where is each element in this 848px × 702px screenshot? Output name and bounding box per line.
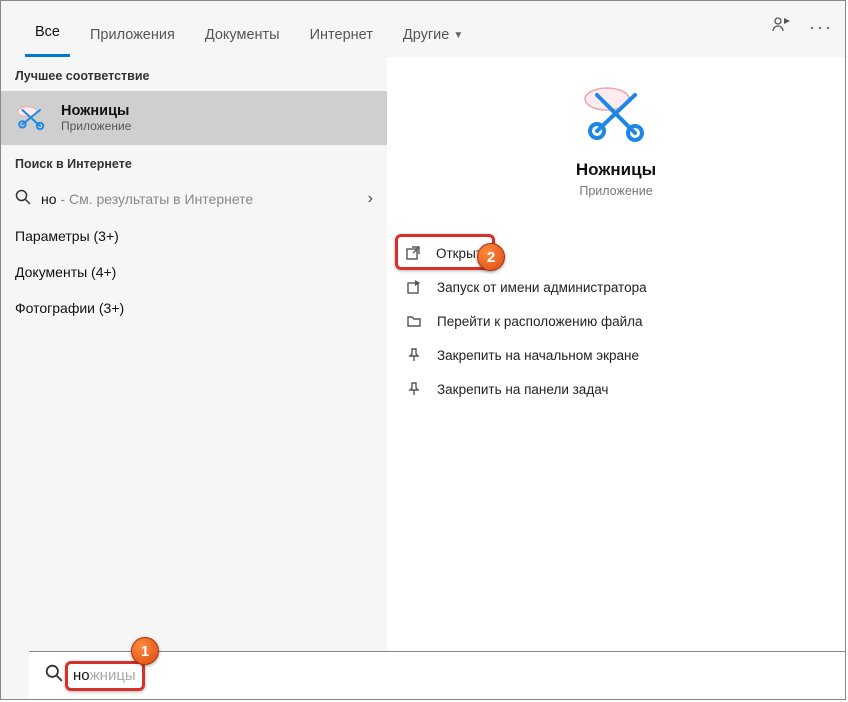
web-search-label: Поиск в Интернете <box>1 145 387 179</box>
annotation-badge-2: 2 <box>477 243 505 271</box>
chevron-right-icon: › <box>368 190 373 208</box>
action-pin-start-label: Закрепить на начальном экране <box>437 348 639 363</box>
folder-icon <box>405 312 423 330</box>
preview-title: Ножницы <box>387 160 845 180</box>
web-result-text: но - См. результаты в Интернете <box>41 191 253 207</box>
best-match-text: Ножницы Приложение <box>61 103 131 133</box>
web-result-prefix: но <box>41 191 57 207</box>
pin-start-icon <box>405 346 423 364</box>
search-input[interactable]: ножницы <box>73 667 136 684</box>
search-ghost: жницы <box>90 667 136 684</box>
results-pane: Лучшее соответствие Ножницы Приложение <box>1 57 387 699</box>
filter-tabs: Все Приложения Документы Интернет Другие… <box>25 1 473 57</box>
scissors-icon-large <box>581 83 651 145</box>
tab-docs[interactable]: Документы <box>195 27 290 57</box>
best-match-title: Ножницы <box>61 103 131 119</box>
group-docs[interactable]: Документы (4+) <box>1 254 387 290</box>
feedback-icon[interactable] <box>771 15 791 40</box>
chevron-down-icon: ▼ <box>453 30 463 41</box>
action-run-admin-label: Запуск от имени администратора <box>437 280 647 295</box>
body: Лучшее соответствие Ножницы Приложение <box>1 57 845 699</box>
action-open-location-label: Перейти к расположению файла <box>437 314 643 329</box>
tab-more[interactable]: Другие ▼ <box>393 27 473 57</box>
search-icon <box>45 664 63 687</box>
annotation-badge-1: 1 <box>131 637 159 665</box>
tab-all[interactable]: Все <box>25 24 70 57</box>
action-pin-start[interactable]: Закрепить на начальном экране <box>397 338 835 372</box>
best-match-subtitle: Приложение <box>61 119 131 133</box>
tab-web[interactable]: Интернет <box>300 27 383 57</box>
action-open-location[interactable]: Перейти к расположению файла <box>397 304 835 338</box>
more-options-icon[interactable]: ··· <box>809 17 833 38</box>
preview-pane: Ножницы Приложение Открыть Запуск от име… <box>387 57 845 699</box>
group-photos[interactable]: Фотографии (3+) <box>1 290 387 326</box>
admin-icon <box>405 278 423 296</box>
pin-taskbar-icon <box>405 380 423 398</box>
action-pin-taskbar-label: Закрепить на панели задач <box>437 382 608 397</box>
action-pin-taskbar[interactable]: Закрепить на панели задач <box>397 372 835 406</box>
group-params[interactable]: Параметры (3+) <box>1 218 387 254</box>
search-icon <box>15 189 31 208</box>
preview-subtitle: Приложение <box>387 184 845 198</box>
header-right: ··· <box>771 15 833 40</box>
best-match-item[interactable]: Ножницы Приложение <box>1 91 387 145</box>
action-run-admin[interactable]: Запуск от имени администратора <box>397 270 835 304</box>
scissors-icon <box>15 101 49 135</box>
web-result-suffix: - См. результаты в Интернете <box>57 191 254 207</box>
preview-actions: Открыть Запуск от имени администратора П… <box>387 236 845 406</box>
search-window: Все Приложения Документы Интернет Другие… <box>0 0 846 700</box>
web-result-item[interactable]: но - См. результаты в Интернете › <box>1 179 387 218</box>
header: Все Приложения Документы Интернет Другие… <box>1 1 845 57</box>
search-typed: но <box>73 667 90 684</box>
best-match-label: Лучшее соответствие <box>1 57 387 91</box>
open-icon <box>405 244 422 262</box>
preview-header: Ножницы Приложение <box>387 57 845 198</box>
tab-apps[interactable]: Приложения <box>80 27 185 57</box>
tab-more-label: Другие <box>403 27 449 43</box>
